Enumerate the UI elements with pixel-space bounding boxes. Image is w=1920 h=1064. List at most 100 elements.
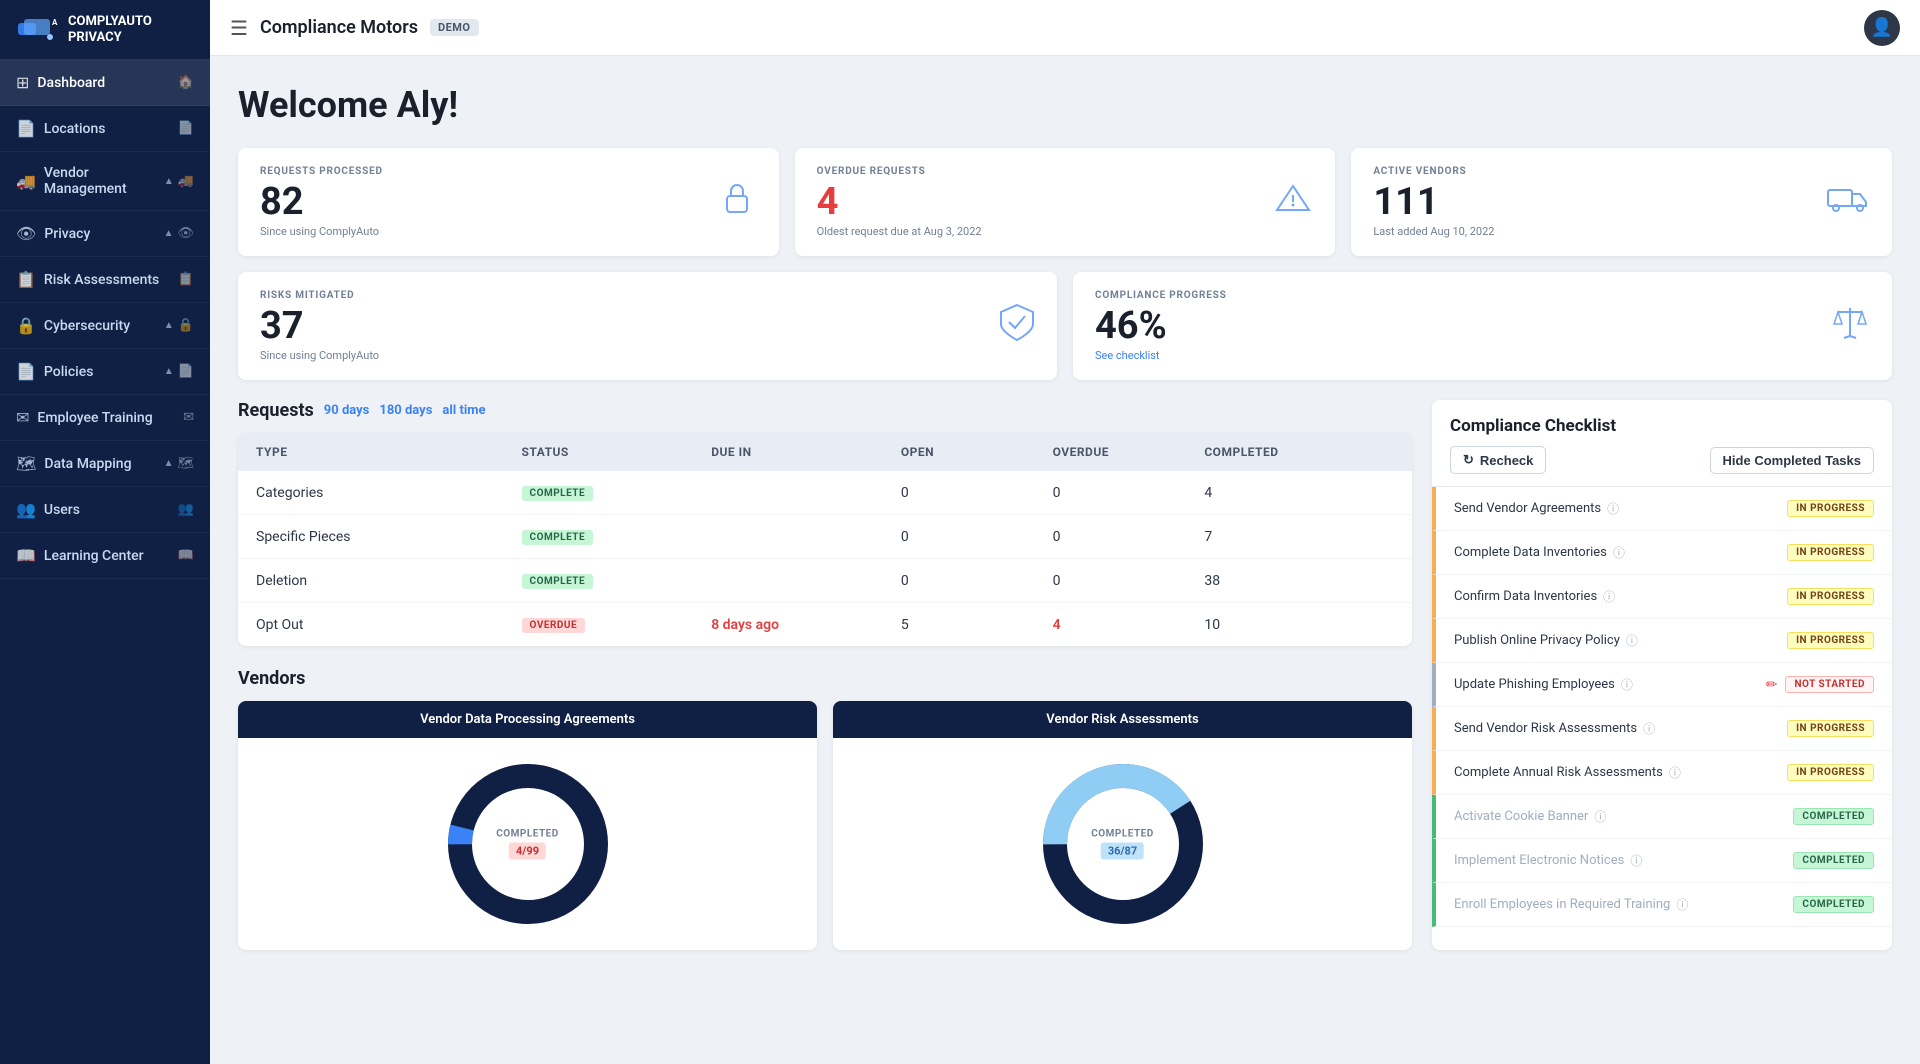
sidebar: A COMPLYAUTO PRIVACY ⊞ Dashboard 🏠 📄 Loc… (0, 0, 210, 1064)
row-type: Categories (256, 485, 522, 501)
info-icon[interactable]: ⓘ (1607, 500, 1619, 517)
requests-table: Type Status Due In Open Overdue Complete… (238, 433, 1412, 646)
topbar: ☰ Compliance Motors DEMO 👤 (210, 0, 1920, 56)
col-open: Open (901, 445, 1053, 459)
checklist-toolbar: ↻ Recheck Hide Completed Tasks (1450, 446, 1874, 474)
requests-processed-value: 82 (260, 183, 383, 221)
checklist-item: Complete Data Inventories ⓘ IN PROGRESS (1432, 531, 1892, 575)
sidebar-item-vendor-management[interactable]: 🚚 Vendor Management ▲ 🚚 (0, 152, 210, 211)
vendor-chart-risk: Vendor Risk Assessments (833, 701, 1412, 950)
checklist-item: Send Vendor Agreements ⓘ IN PROGRESS (1432, 487, 1892, 531)
status-badge: IN PROGRESS (1787, 632, 1874, 649)
risk-icon: 📋 (16, 270, 36, 289)
status-badge: IN PROGRESS (1787, 720, 1874, 737)
sidebar-item-dashboard[interactable]: ⊞ Dashboard 🏠 (0, 60, 210, 106)
requests-90days-link[interactable]: 90 days (324, 403, 370, 418)
sidebar-item-risk-assessments[interactable]: 📋 Risk Assessments 📋 (0, 257, 210, 303)
sidebar-item-cybersecurity[interactable]: 🔒 Cybersecurity ▲ 🔒 (0, 303, 210, 349)
brand-logo-icon: A (16, 15, 60, 45)
policies-right-icon: 📄 (178, 364, 194, 379)
checklist-item: Update Phishing Employees ⓘ ✏ NOT STARTE… (1432, 663, 1892, 707)
status-badge: COMPLETE (522, 486, 594, 501)
status-badge: OVERDUE (522, 618, 586, 633)
dpa-donut: COMPLETED 4/99 (438, 754, 618, 934)
recheck-button[interactable]: ↻ Recheck (1450, 446, 1546, 474)
user-avatar[interactable]: 👤 (1864, 10, 1900, 46)
sidebar-label-locations: Locations (44, 121, 106, 137)
learning-right-icon: 📖 (178, 548, 194, 563)
compliance-progress-label: COMPLIANCE PROGRESS (1095, 290, 1227, 301)
sidebar-label-risk: Risk Assessments (44, 272, 159, 288)
users-icon: 👥 (16, 500, 36, 519)
sidebar-label-learning: Learning Center (44, 548, 144, 564)
row-completed: 10 (1204, 617, 1394, 633)
mapping-right-icon: 🗺 (177, 456, 194, 471)
dashboard-icon: ⊞ (16, 73, 29, 92)
info-icon[interactable]: ⓘ (1626, 632, 1638, 649)
row-open: 0 (901, 529, 1053, 545)
shield-icon (999, 302, 1035, 350)
checklist-item: Enroll Employees in Required Training ⓘ … (1432, 883, 1892, 927)
vendors-panel: Vendors Vendor Data Processing Agreement… (238, 668, 1412, 950)
col-due-in: Due In (711, 445, 901, 459)
risks-mitigated-label: RISKS MITIGATED (260, 290, 379, 301)
stat-requests-processed: REQUESTS PROCESSED 82 Since using Comply… (238, 148, 779, 256)
vendor-icon: 🚚 (16, 172, 36, 191)
requests-section-title: Requests 90 days 180 days all time (238, 400, 1412, 421)
overdue-requests-label: OVERDUE REQUESTS (817, 166, 982, 177)
menu-toggle-button[interactable]: ☰ (230, 16, 248, 40)
risks-mitigated-value: 37 (260, 307, 379, 345)
requests-alltime-link[interactable]: all time (442, 403, 485, 418)
main-content: Welcome Aly! REQUESTS PROCESSED 82 Since… (210, 56, 1920, 1064)
requests-panel: Requests 90 days 180 days all time Type … (238, 400, 1412, 646)
sidebar-item-data-mapping[interactable]: 🗺 Data Mapping ▲ 🗺 (0, 441, 210, 487)
info-icon[interactable]: ⓘ (1676, 896, 1688, 913)
checklist-item: Implement Electronic Notices ⓘ COMPLETED (1432, 839, 1892, 883)
vendor-chart-dpa-body: COMPLETED 4/99 (238, 738, 817, 950)
checklist-item: Send Vendor Risk Assessments ⓘ IN PROGRE… (1432, 707, 1892, 751)
requests-180days-link[interactable]: 180 days (379, 403, 432, 418)
compliance-progress-sub: See checklist (1095, 349, 1227, 362)
vendor-chart-dpa-title: Vendor Data Processing Agreements (238, 701, 817, 738)
sidebar-item-employee-training[interactable]: ✉ Employee Training ✉ (0, 395, 210, 441)
checklist-title: Compliance Checklist (1450, 416, 1874, 436)
active-vendors-label: ACTIVE VENDORS (1373, 166, 1494, 177)
vendor-right-icon: 🚚 (178, 174, 194, 189)
info-icon[interactable]: ⓘ (1613, 544, 1625, 561)
col-completed: Completed (1204, 445, 1394, 459)
sidebar-label-policies: Policies (44, 364, 94, 380)
status-badge: COMPLETED (1793, 896, 1874, 913)
info-icon[interactable]: ⓘ (1621, 676, 1633, 693)
svg-text:A: A (52, 18, 58, 27)
sidebar-item-policies[interactable]: 📄 Policies ▲ 📄 (0, 349, 210, 395)
sidebar-logo: A COMPLYAUTO PRIVACY (0, 0, 210, 60)
sidebar-item-locations[interactable]: 📄 Locations 📄 (0, 106, 210, 152)
chevron-up-icon-privacy: ▲ (164, 228, 174, 239)
row-open: 5 (901, 617, 1053, 633)
privacy-right-icon: 👁 (177, 226, 194, 241)
info-icon[interactable]: ⓘ (1669, 764, 1681, 781)
sidebar-label-privacy: Privacy (44, 226, 90, 242)
sidebar-item-users[interactable]: 👥 Users 👥 (0, 487, 210, 533)
recheck-label: Recheck (1480, 453, 1533, 468)
row-open: 0 (901, 573, 1053, 589)
status-badge: COMPLETE (522, 574, 594, 589)
checklist-item: Confirm Data Inventories ⓘ IN PROGRESS (1432, 575, 1892, 619)
info-icon[interactable]: ⓘ (1603, 588, 1615, 605)
home-icon: 🏠 (178, 75, 194, 90)
info-icon[interactable]: ⓘ (1594, 808, 1606, 825)
risk-donut-label: COMPLETED 36/87 (1091, 829, 1154, 860)
risk-donut: COMPLETED 36/87 (1033, 754, 1213, 934)
dpa-donut-label: COMPLETED 4/99 (496, 829, 559, 860)
sidebar-item-learning-center[interactable]: 📖 Learning Center 📖 (0, 533, 210, 579)
checklist-item-name: Send Vendor Agreements ⓘ (1454, 500, 1619, 517)
info-icon[interactable]: ⓘ (1643, 720, 1655, 737)
hide-completed-button[interactable]: Hide Completed Tasks (1710, 447, 1874, 474)
info-icon[interactable]: ⓘ (1630, 852, 1642, 869)
pencil-icon[interactable]: ✏ (1766, 677, 1778, 693)
checklist-item: Complete Annual Risk Assessments ⓘ IN PR… (1432, 751, 1892, 795)
table-row: Opt Out OVERDUE 8 days ago 5 4 10 (238, 603, 1412, 646)
stat-active-vendors: ACTIVE VENDORS 111 Last added Aug 10, 20… (1351, 148, 1892, 256)
sidebar-item-privacy[interactable]: 👁 Privacy ▲ 👁 (0, 211, 210, 257)
dpa-value-badge: 4/99 (509, 843, 546, 860)
